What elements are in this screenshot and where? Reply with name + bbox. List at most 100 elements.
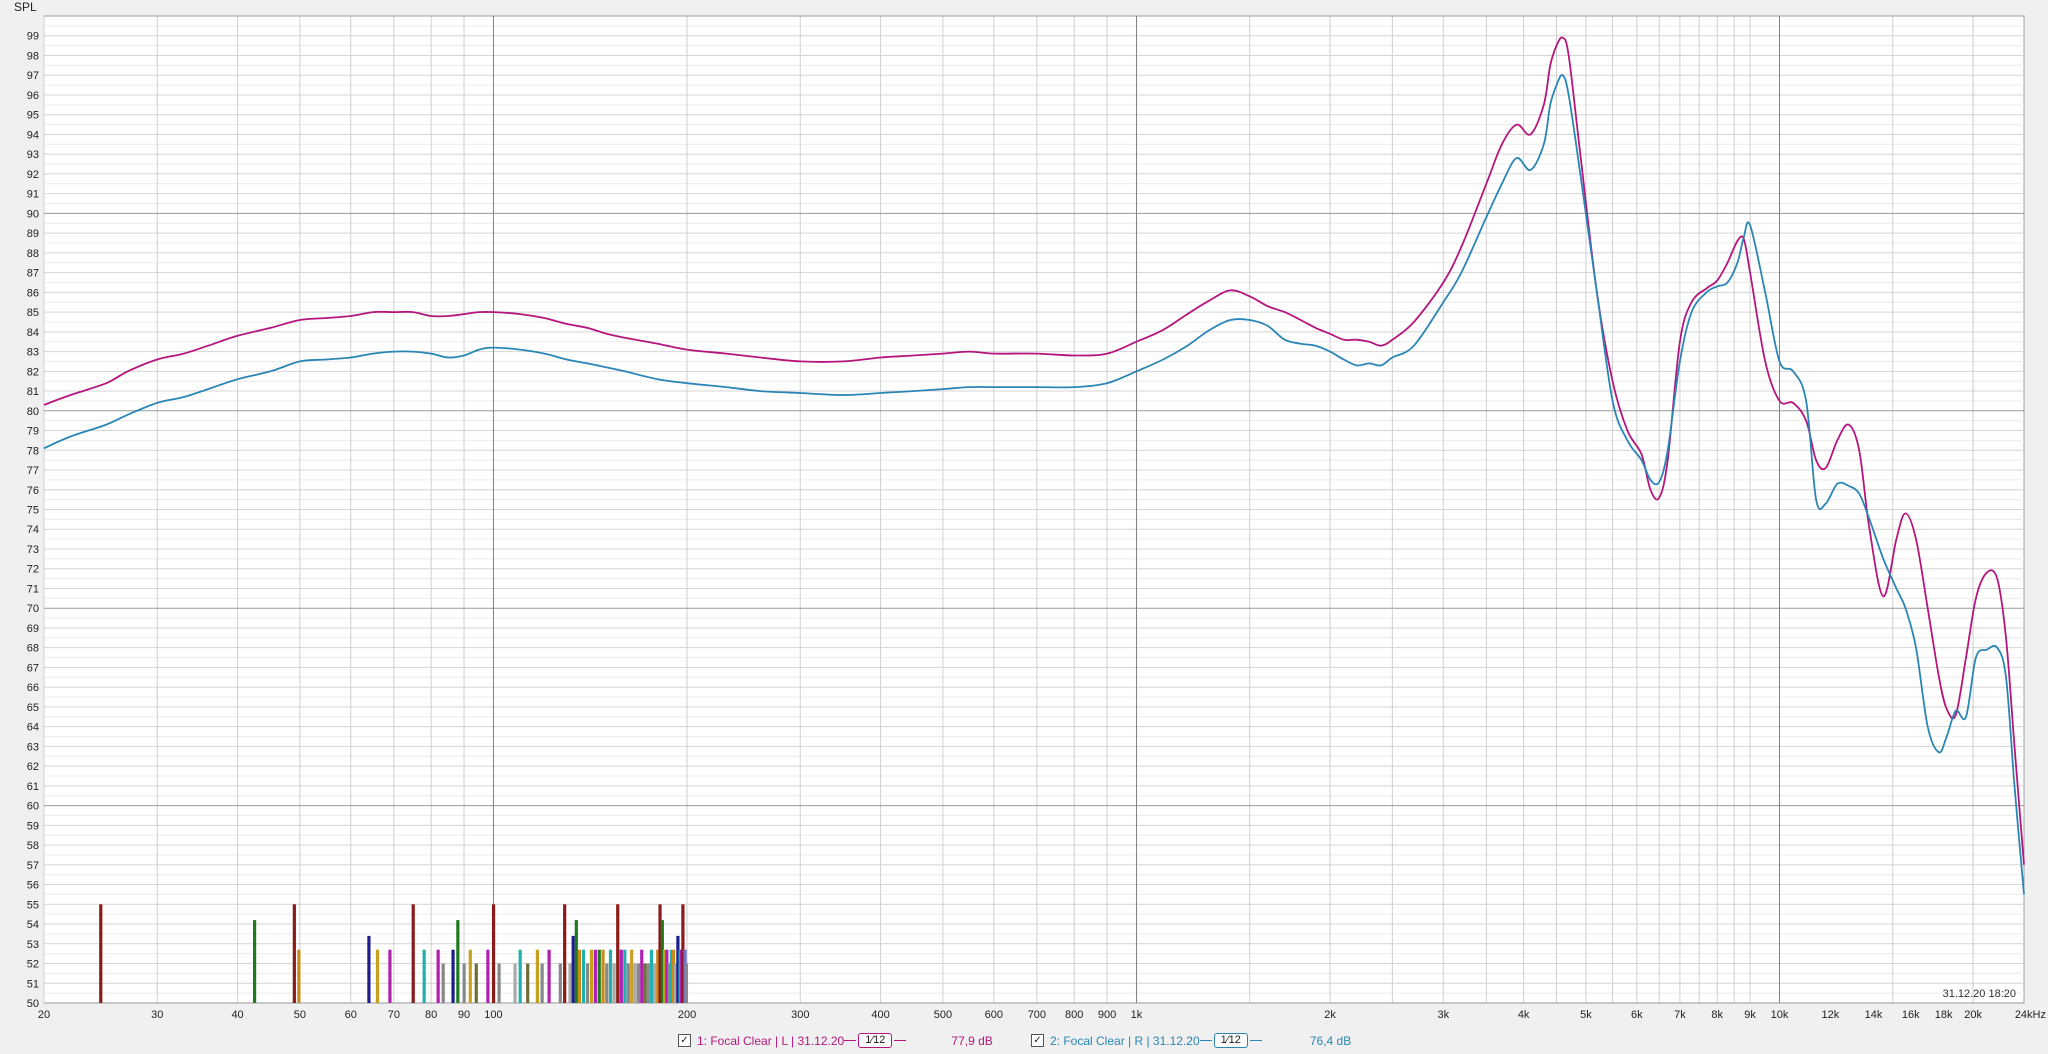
marker-bar [585, 963, 590, 1003]
x-tick-label: 300 [791, 1009, 809, 1021]
y-tick-label: 74 [27, 524, 39, 536]
x-tick-label: 100 [484, 1009, 502, 1021]
marker-bar [558, 963, 562, 1003]
x-tick-label: 3k [1437, 1009, 1449, 1021]
y-tick-label: 75 [27, 505, 39, 517]
marker-bar [451, 949, 455, 1003]
smoothing-badge-1[interactable]: 1⁄12 [858, 1033, 893, 1048]
x-tick-label: 60 [345, 1009, 357, 1021]
x-tick-label: 80 [425, 1009, 437, 1021]
y-tick-label: 52 [27, 959, 39, 971]
x-tick-label: 12k [1822, 1009, 1840, 1021]
marker-bar [684, 963, 689, 1003]
marker-bar [649, 949, 654, 1003]
marker-bar [422, 949, 426, 1003]
y-tick-label: 77 [27, 465, 39, 477]
legend-label-1[interactable]: 1: Focal Clear | L | 31.12.20 [697, 1034, 844, 1048]
marker-bar [643, 963, 647, 1003]
y-tick-label: 64 [27, 722, 39, 734]
x-tick-label: 50 [294, 1009, 306, 1021]
marker-bar [608, 949, 613, 1003]
y-axis-label: SPL [14, 0, 37, 14]
legend-item-2[interactable]: ✓ 2: Focal Clear | R | 31.12.20 1⁄12 76,… [1031, 1033, 1351, 1048]
marker-bar [491, 904, 496, 1003]
y-tick-label: 65 [27, 702, 39, 714]
y-tick-label: 91 [27, 189, 39, 201]
x-tick-label: 14k [1865, 1009, 1883, 1021]
marker-bar [436, 949, 440, 1003]
marker-bar [518, 949, 522, 1003]
y-tick-label: 54 [27, 919, 39, 931]
x-tick-label: 20 [38, 1009, 50, 1021]
marker-bar [601, 949, 605, 1003]
marker-bar [568, 963, 572, 1003]
marker-bar [540, 963, 544, 1003]
marker-bar [626, 963, 630, 1003]
y-tick-label: 55 [27, 899, 39, 911]
y-tick-label: 88 [27, 248, 39, 260]
y-tick-label: 92 [27, 169, 39, 181]
y-tick-label: 97 [27, 70, 39, 82]
marker-bar [605, 963, 609, 1003]
y-tick-label: 62 [27, 761, 39, 773]
x-tick-label: 20k [1964, 1009, 1982, 1021]
marker-bar [468, 949, 472, 1003]
line-swatch-icon [844, 1039, 857, 1042]
marker-bar [526, 963, 530, 1003]
marker-bar [292, 904, 296, 1003]
timestamp-label: 31.12.20 18:20 [1943, 988, 2016, 1000]
x-tick-label: 6k [1631, 1009, 1643, 1021]
marker-bar [633, 963, 637, 1003]
marker-bar [640, 949, 644, 1003]
y-tick-label: 71 [27, 583, 39, 595]
y-tick-label: 78 [27, 445, 39, 457]
line-swatch-icon [894, 1039, 907, 1042]
y-tick-label: 66 [27, 682, 39, 694]
legend: ✓ 1: Focal Clear | L | 31.12.20 1⁄12 77,… [0, 1031, 2048, 1051]
frequency-response-chart: 50 51 52 53 54 55 56 57 58 59 60 61 62 63 64 65 66 67 68 69… [0, 0, 2048, 1054]
y-tick-label: 72 [27, 564, 39, 576]
x-tick-label: 7k [1674, 1009, 1686, 1021]
y-tick-label: 80 [27, 406, 39, 418]
legend-item-1[interactable]: ✓ 1: Focal Clear | L | 31.12.20 1⁄12 77,… [678, 1033, 993, 1048]
x-tick-label: 400 [871, 1009, 889, 1021]
marker-bar [367, 935, 371, 1003]
marker-bar [297, 949, 301, 1003]
y-tick-label: 95 [27, 110, 39, 122]
legend-label-2[interactable]: 2: Focal Clear | R | 31.12.20 [1050, 1034, 1200, 1048]
checkbox-icon[interactable]: ✓ [1031, 1034, 1044, 1047]
x-tick-label: 30 [151, 1009, 163, 1021]
marker-bar [571, 935, 575, 1003]
y-tick-label: 58 [27, 840, 39, 852]
checkbox-icon[interactable]: ✓ [678, 1034, 691, 1047]
y-tick-label: 83 [27, 347, 39, 359]
smoothing-badge-2[interactable]: 1⁄12 [1213, 1033, 1248, 1048]
x-tick-label: 700 [1028, 1009, 1046, 1021]
x-tick-label: 200 [678, 1009, 696, 1021]
x-tick-label: 2k [1324, 1009, 1336, 1021]
y-tick-label: 90 [27, 208, 39, 220]
y-tick-label: 69 [27, 623, 39, 635]
y-tick-label: 68 [27, 643, 39, 655]
y-tick-label: 76 [27, 485, 39, 497]
y-tick-label: 53 [27, 939, 39, 951]
x-tick-label: 16k [1902, 1009, 1920, 1021]
y-tick-label: 85 [27, 307, 39, 319]
y-tick-label: 56 [27, 880, 39, 892]
x-tick-label: 70 [388, 1009, 400, 1021]
marker-bar [547, 949, 551, 1003]
marker-bar [581, 949, 586, 1003]
marker-bar [597, 949, 601, 1003]
x-tick-label: 4k [1518, 1009, 1530, 1021]
y-tick-label: 99 [27, 31, 39, 43]
x-tick-label: 600 [985, 1009, 1003, 1021]
y-tick-label: 84 [27, 327, 39, 339]
y-tick-label: 51 [27, 978, 39, 990]
marker-bar [652, 963, 657, 1003]
marker-bar [456, 920, 460, 1003]
x-tick-label: 800 [1065, 1009, 1083, 1021]
line-swatch-icon [1199, 1039, 1212, 1042]
y-tick-label: 61 [27, 781, 39, 793]
marker-bar [441, 963, 445, 1003]
marker-bar [486, 949, 490, 1003]
